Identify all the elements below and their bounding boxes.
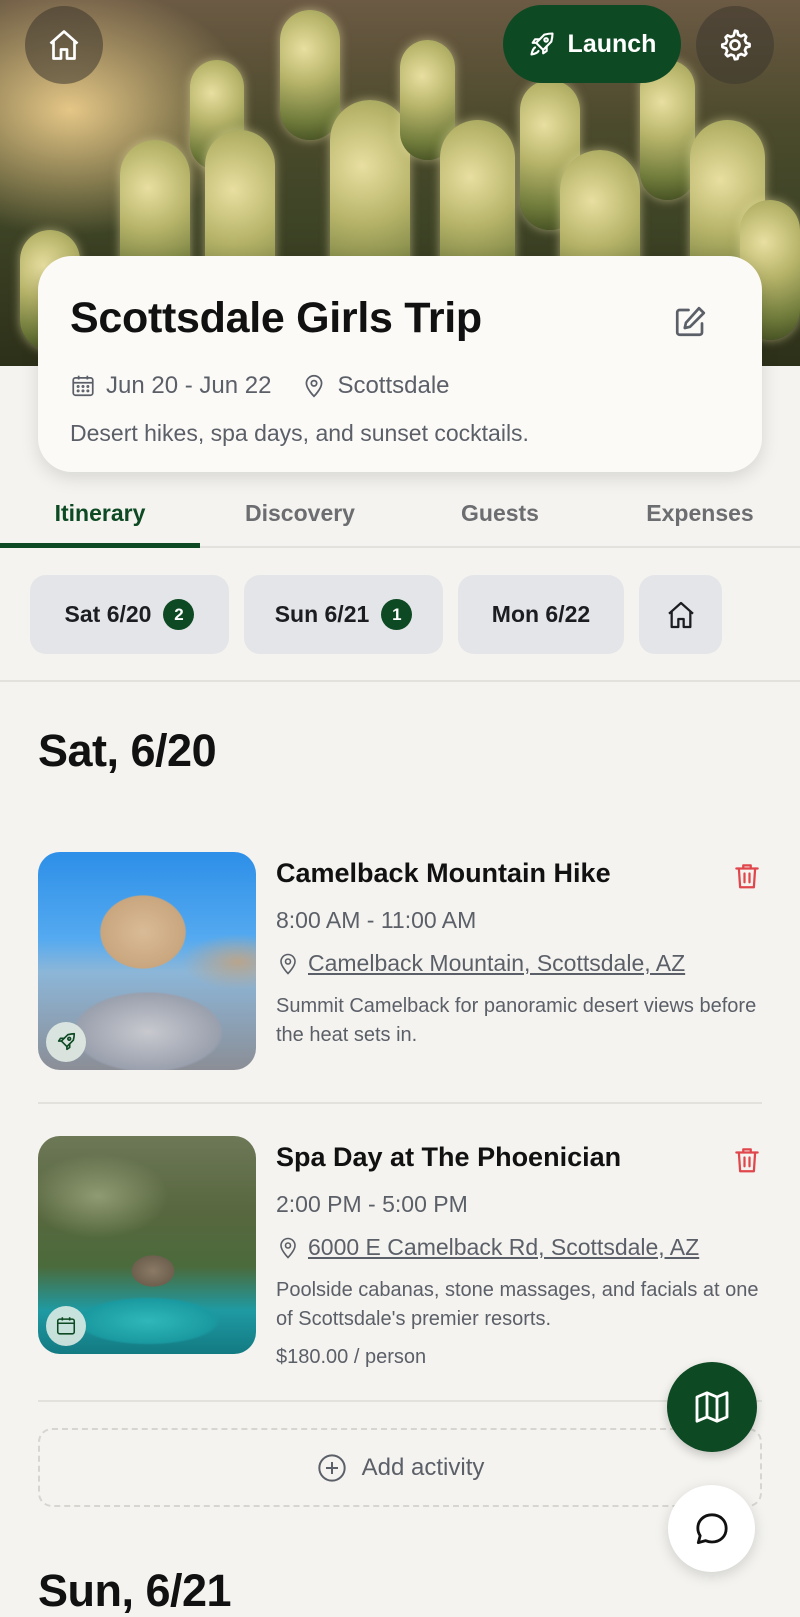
day-chip-label: Sun 6/21 xyxy=(274,601,370,627)
map-fab-button[interactable] xyxy=(667,1362,757,1452)
trip-dates-text: Jun 20 - Jun 22 xyxy=(106,372,272,399)
day-chip-sat[interactable]: Sat 6/20 2 xyxy=(30,575,229,654)
add-activity-label: Add activity xyxy=(361,1453,485,1481)
activity-type-badge xyxy=(46,1022,86,1062)
activity-location[interactable]: Camelback Mountain, Scottsdale, AZ xyxy=(276,950,685,977)
calendar-icon xyxy=(56,1317,76,1335)
activity-location[interactable]: 6000 E Camelback Rd, Scottsdale, AZ xyxy=(276,1234,699,1261)
calendar-icon xyxy=(72,375,94,397)
day-heading: Sun, 6/21 xyxy=(38,1565,232,1616)
trash-icon[interactable] xyxy=(732,1144,762,1176)
trash-icon[interactable] xyxy=(732,860,762,892)
activity-title: Spa Day at The Phoenician xyxy=(276,1142,622,1172)
activity-time: 2:00 PM - 5:00 PM xyxy=(276,1191,468,1217)
tab-expenses[interactable]: Expenses xyxy=(600,480,800,546)
day-chip-sun[interactable]: Sun 6/21 1 xyxy=(244,575,443,654)
map-pin-icon xyxy=(280,953,296,975)
day-chip-label: Sat 6/20 xyxy=(64,601,152,627)
day-chip-label: Mon 6/22 xyxy=(491,601,591,627)
location-link[interactable]: 6000 E Camelback Rd, Scottsdale, AZ xyxy=(308,1234,699,1261)
map-pin-icon xyxy=(280,1237,296,1259)
lodging-chip[interactable] xyxy=(639,575,722,654)
add-activity-button[interactable]: Add activity xyxy=(38,1428,762,1507)
trip-location: Scottsdale xyxy=(301,372,450,400)
divider xyxy=(0,680,800,682)
activity-type-badge xyxy=(46,1306,86,1346)
activity-count-badge: 1 xyxy=(381,599,413,630)
activity-count-badge: 2 xyxy=(163,599,195,630)
chat-fab-button[interactable] xyxy=(668,1485,755,1572)
chat-bubble-icon xyxy=(695,1512,728,1544)
activity-price: $180.00 / person xyxy=(276,1346,427,1368)
tab-bar: Itinerary Discovery Guests Expenses xyxy=(0,480,800,548)
home-button[interactable] xyxy=(25,6,103,84)
home-icon xyxy=(49,30,79,60)
launch-button[interactable]: Launch xyxy=(503,5,681,83)
rocket-icon xyxy=(529,32,554,56)
divider xyxy=(38,1400,762,1402)
trip-title: Scottsdale Girls Trip xyxy=(70,294,482,342)
map-icon xyxy=(695,1391,729,1423)
trip-location-text: Scottsdale xyxy=(337,372,450,399)
activity-card[interactable]: Camelback Mountain Hike 8:00 AM - 11:00 … xyxy=(38,852,762,1082)
activity-card[interactable]: Spa Day at The Phoenician 2:00 PM - 5:00… xyxy=(38,1136,762,1376)
activity-time: 8:00 AM - 11:00 AM xyxy=(276,907,477,933)
day-heading: Sat, 6/20 xyxy=(38,725,217,776)
activity-image xyxy=(38,1136,256,1354)
map-pin-icon xyxy=(306,374,323,398)
home-icon xyxy=(667,601,694,628)
tab-discovery[interactable]: Discovery xyxy=(200,480,400,546)
trip-description: Desert hikes, spa days, and sunset cockt… xyxy=(70,420,529,446)
activity-description: Summit Camelback for panoramic desert vi… xyxy=(276,995,757,1046)
day-chip-mon[interactable]: Mon 6/22 xyxy=(458,575,624,654)
tab-itinerary[interactable]: Itinerary xyxy=(0,480,200,548)
activity-image xyxy=(38,852,256,1070)
day-selector: Sat 6/20 2 Sun 6/21 1 Mon 6/22 xyxy=(30,575,722,654)
activity-title: Camelback Mountain Hike xyxy=(276,858,611,888)
plus-circle-icon xyxy=(317,1453,346,1482)
activity-description: Poolside cabanas, stone massages, and fa… xyxy=(276,1279,759,1330)
tab-guests[interactable]: Guests xyxy=(400,480,600,546)
location-link[interactable]: Camelback Mountain, Scottsdale, AZ xyxy=(308,950,685,977)
trip-dates: Jun 20 - Jun 22 xyxy=(70,372,271,400)
rocket-icon xyxy=(57,1032,76,1051)
edit-icon[interactable] xyxy=(672,304,708,340)
divider xyxy=(38,1102,762,1104)
gear-icon xyxy=(720,29,751,61)
settings-button[interactable] xyxy=(696,6,774,84)
trip-card: Scottsdale Girls Trip Jun 20 - Jun 22 Sc… xyxy=(38,256,762,472)
launch-label: Launch xyxy=(567,29,657,58)
